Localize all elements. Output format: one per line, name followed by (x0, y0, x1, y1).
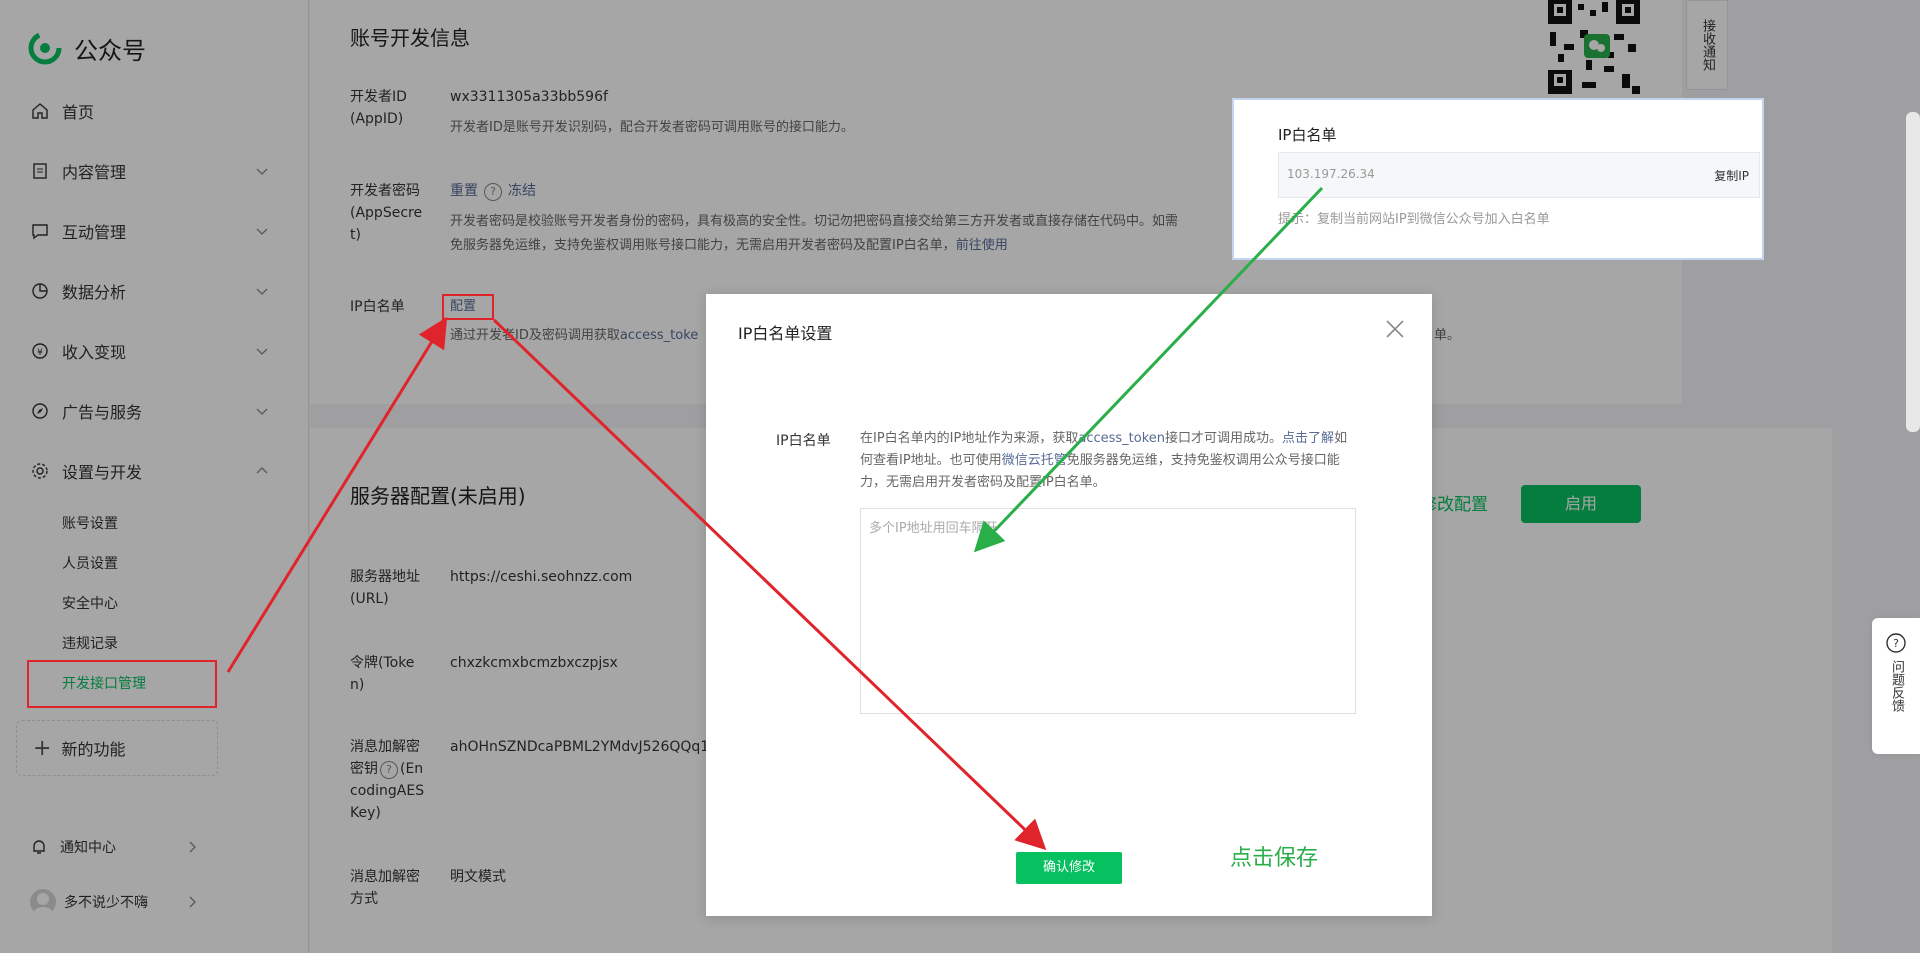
red-arrow-to-confirm (492, 318, 1047, 851)
green-arrow-to-textarea (973, 186, 1324, 553)
red-arrow-to-config (226, 316, 448, 673)
annotation-arrows (226, 186, 1324, 851)
